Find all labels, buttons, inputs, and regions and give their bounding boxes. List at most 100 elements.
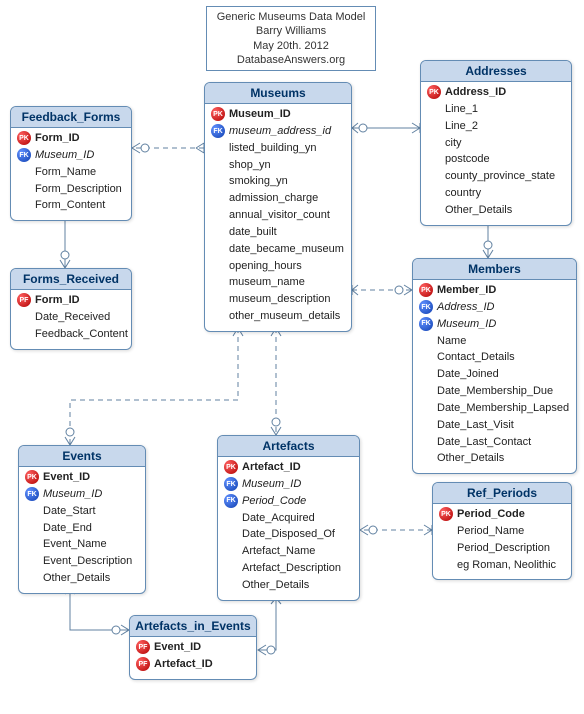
attribute-name: Event_ID	[43, 470, 90, 485]
attribute-row: Date_Last_Contact	[417, 434, 572, 451]
attribute-name: Name	[437, 334, 466, 349]
attribute-row: Contact_Details	[417, 349, 572, 366]
fk-key-icon: FK	[211, 124, 225, 138]
attribute-name: opening_hours	[229, 259, 302, 274]
attribute-name: Date_Received	[35, 310, 110, 325]
attribute-name: Date_Joined	[437, 367, 499, 382]
attribute-name: eg Roman, Neolithic	[457, 558, 556, 573]
attribute-row: Other_Details	[23, 570, 141, 587]
attribute-row: FKAddress_ID	[417, 299, 572, 316]
attribute-name: Form_ID	[35, 293, 80, 308]
attribute-name: Form_ID	[35, 131, 80, 146]
attribute-row: PKForm_ID	[15, 130, 127, 147]
attribute-row: PKAddress_ID	[425, 84, 567, 101]
diagram-title-box: Generic Museums Data Model Barry William…	[206, 6, 376, 71]
attribute-name: Line_1	[445, 102, 478, 117]
attribute-row: Other_Details	[417, 450, 572, 467]
attribute-name: Museum_ID	[43, 487, 102, 502]
attribute-row: Date_Membership_Lapsed	[417, 400, 572, 417]
attribute-name: country	[445, 186, 481, 201]
attribute-name: Date_Last_Contact	[437, 435, 531, 450]
attribute-row: Form_Content	[15, 197, 127, 214]
attribute-row: city	[425, 135, 567, 152]
attribute-row: annual_visitor_count	[209, 207, 347, 224]
attribute-row: Date_Disposed_Of	[222, 526, 355, 543]
fk-key-icon: FK	[419, 317, 433, 331]
attribute-name: Museum_ID	[35, 148, 94, 163]
attribute-row: FK museum_address_id	[209, 123, 347, 140]
fk-key-icon: FK	[17, 148, 31, 162]
attribute-name: museum_description	[229, 292, 331, 307]
attribute-row: eg Roman, Neolithic	[437, 557, 567, 574]
attribute-row: Form_Description	[15, 181, 127, 198]
entity-title: Forms_Received	[11, 269, 131, 290]
attribute-row: Period_Name	[437, 523, 567, 540]
attribute-row: PKEvent_ID	[23, 469, 141, 486]
attribute-row: Date_Acquired	[222, 510, 355, 527]
attribute-name: museum_address_id	[229, 124, 331, 139]
attribute-list: PFEvent_IDPFArtefact_ID	[130, 637, 256, 679]
attribute-row: Period_Description	[437, 540, 567, 557]
attribute-row: Event_Name	[23, 536, 141, 553]
attribute-row: Date_Start	[23, 503, 141, 520]
attribute-name: Date_Last_Visit	[437, 418, 514, 433]
attribute-row: Name	[417, 333, 572, 350]
attribute-name: Period_Code	[457, 507, 525, 522]
attribute-row: FKPeriod_Code	[222, 493, 355, 510]
attribute-row: Form_Name	[15, 164, 127, 181]
attribute-name: Member_ID	[437, 283, 496, 298]
attribute-name: Artefact_Name	[242, 544, 315, 559]
attribute-row: other_museum_details	[209, 308, 347, 325]
attribute-name: Event_ID	[154, 640, 201, 655]
attribute-name: Contact_Details	[437, 350, 515, 365]
entity-title: Feedback_Forms	[11, 107, 131, 128]
attribute-name: Event_Description	[43, 554, 132, 569]
attribute-name: Other_Details	[242, 578, 309, 593]
attribute-name: Artefact_ID	[242, 460, 301, 475]
entity-title: Events	[19, 446, 145, 467]
attribute-row: FK Museum_ID	[15, 147, 127, 164]
attribute-name: Artefact_ID	[154, 657, 213, 672]
attribute-row: smoking_yn	[209, 173, 347, 190]
attribute-row: country	[425, 185, 567, 202]
attribute-name: Form_Description	[35, 182, 122, 197]
attribute-row: date_built	[209, 224, 347, 241]
attribute-row: date_became_museum	[209, 241, 347, 258]
pf-key-icon: PF	[136, 640, 150, 654]
attribute-name: Period_Description	[457, 541, 550, 556]
entity-members: MembersPKMember_IDFKAddress_IDFKMuseum_I…	[412, 258, 577, 474]
attribute-row: FKMuseum_ID	[23, 486, 141, 503]
entity-title: Ref_Periods	[433, 483, 571, 504]
fk-key-icon: FK	[224, 477, 238, 491]
attribute-row: Date_Membership_Due	[417, 383, 572, 400]
attribute-name: Event_Name	[43, 537, 107, 552]
attribute-list: PKEvent_IDFKMuseum_IDDate_StartDate_EndE…	[19, 467, 145, 593]
attribute-name: Line_2	[445, 119, 478, 134]
entity-feedback-forms: Feedback_Forms PKForm_IDFK Museum_IDForm_N…	[10, 106, 132, 221]
attribute-row: PK Member_ID	[417, 282, 572, 299]
fk-key-icon: FK	[224, 494, 238, 508]
attribute-name: Feedback_Content	[35, 327, 128, 342]
attribute-row: Date_Joined	[417, 366, 572, 383]
pf-key-icon: PF	[17, 293, 31, 307]
attribute-row: Line_1	[425, 101, 567, 118]
attribute-name: other_museum_details	[229, 309, 340, 324]
attribute-row: Other_Details	[222, 577, 355, 594]
entity-forms-received: Forms_Received PF Form_ID Date_Received Feed…	[10, 268, 132, 350]
attribute-name: city	[445, 136, 462, 151]
attribute-row: museum_name	[209, 274, 347, 291]
entity-museums: MuseumsPKMuseum_IDFKmuseum_address_idlis…	[204, 82, 352, 332]
attribute-row: county_province_state	[425, 168, 567, 185]
attribute-list: PKMuseum_IDFKmuseum_address_idlisted_bui…	[205, 104, 351, 331]
pk-key-icon: PK	[419, 283, 433, 297]
attribute-list: PKArtefact_IDFKMuseum_IDFKPeriod_CodeDat…	[218, 457, 359, 600]
attribute-name: museum_name	[229, 275, 305, 290]
attribute-name: Other_Details	[43, 571, 110, 586]
attribute-list: PKForm_IDFK Museum_IDForm_NameForm_Descri…	[11, 128, 131, 220]
entity-events: EventsPKEvent_IDFKMuseum_IDDate_StartDat…	[18, 445, 146, 594]
attribute-name: date_built	[229, 225, 277, 240]
attribute-name: shop_yn	[229, 158, 271, 173]
title-line-3: May 20th. 2012	[215, 39, 367, 53]
pk-key-icon: PK	[224, 460, 238, 474]
attribute-list: PKPeriod_CodePeriod_NamePeriod_Descripti…	[433, 504, 571, 579]
